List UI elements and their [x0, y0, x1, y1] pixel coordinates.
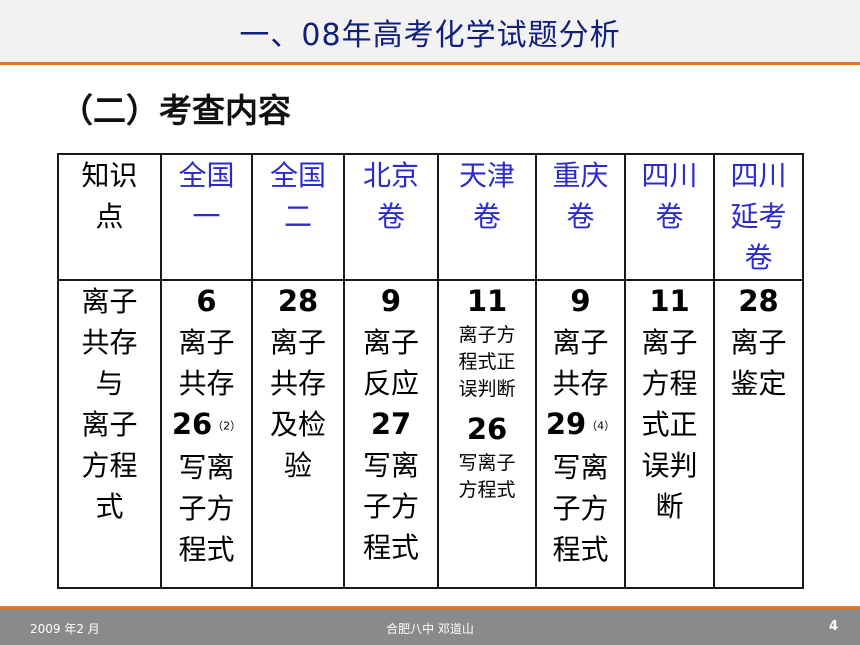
topic-text: 共存 — [81, 326, 138, 359]
cell-text: 鉴定 — [730, 367, 787, 400]
header-text: 重庆 — [552, 159, 609, 192]
cell-text: 离子 — [269, 326, 326, 359]
question-number: 28 — [277, 284, 319, 318]
topic-text: 方程 — [81, 449, 138, 482]
cell-text: 程式 — [552, 532, 609, 566]
header-text: 卷 — [655, 200, 684, 233]
topic-text: 离子 — [81, 408, 138, 441]
question-number: 9 — [380, 284, 402, 318]
cell-sichuan-yankao: 28 离子 鉴定 — [713, 279, 804, 589]
cell-text: 写离子 — [458, 452, 516, 474]
footer-bar: 2009 年2 月 合肥八中 邓道山 4 — [0, 606, 860, 645]
table-header-row: 知识 点 全国 一 全国 二 北京 卷 天津 卷 重庆 卷 四川 卷 四川 延考 — [57, 153, 804, 281]
cell-quanguo1: 6 离子 共存 26（2） 写离 子方 程式 — [160, 279, 253, 589]
cell-text: 共存 — [269, 367, 326, 400]
header-text: 知识 — [81, 159, 138, 192]
cell-text: 误判断 — [458, 378, 516, 400]
cell-text: 离子 — [178, 326, 235, 359]
cell-text: 离子 — [730, 326, 787, 359]
header-cell-quanguo2: 全国 二 — [251, 153, 345, 281]
cell-tianjin: 11 离子方 程式正 误判断 26 写离子 方程式 — [437, 279, 537, 589]
header-text: 一 — [192, 200, 221, 233]
header-cell-quanguo1: 全国 一 — [160, 153, 253, 281]
header-cell-topic: 知识 点 — [57, 153, 162, 281]
question-number-line: 26（2） — [162, 404, 251, 447]
header-text: 全国 — [178, 159, 235, 192]
cell-text: 离子 — [641, 326, 698, 359]
cell-text: 程式 — [178, 532, 235, 566]
topic-table: 知识 点 全国 一 全国 二 北京 卷 天津 卷 重庆 卷 四川 卷 四川 延考 — [57, 153, 804, 589]
cell-text: 子方 — [362, 490, 419, 523]
header-cell-chongqing: 重庆 卷 — [535, 153, 626, 281]
cell-text: 离子 — [362, 326, 419, 359]
topic-cell: 离子 共存 与 离子 方程 式 — [57, 279, 162, 589]
header-text: 天津 — [458, 159, 515, 192]
header-text: 卷 — [566, 200, 595, 233]
question-number: 26 — [466, 412, 508, 446]
cell-text: 离子方 — [458, 324, 516, 346]
sub-question-note: （2） — [212, 419, 242, 433]
slide-title: 一、08年高考化学试题分析 — [239, 18, 621, 53]
header-cell-tianjin: 天津 卷 — [437, 153, 537, 281]
header-text: 二 — [283, 200, 312, 233]
cell-text: 写离 — [362, 449, 419, 482]
page-number: 4 — [828, 619, 838, 634]
topic-text: 离子 — [81, 285, 138, 318]
cell-text: 反应 — [362, 367, 419, 400]
topic-text: 式 — [95, 490, 124, 523]
sub-question-note: （4） — [586, 419, 616, 433]
cell-text: 方程式 — [458, 479, 516, 501]
title-bar: 一、08年高考化学试题分析 — [0, 0, 860, 65]
header-cell-sichuan: 四川 卷 — [624, 153, 715, 281]
cell-text: 验 — [283, 449, 312, 482]
cell-quanguo2: 28 离子 共存 及检 验 — [251, 279, 345, 589]
question-number: 6 — [196, 284, 217, 318]
question-number: 26 — [171, 407, 213, 441]
cell-text: 程式正 — [458, 351, 516, 373]
cell-text: 离子 — [552, 326, 609, 359]
header-text: 卷 — [744, 241, 773, 274]
topic-text: 与 — [95, 367, 124, 400]
header-text: 全国 — [269, 159, 326, 192]
cell-chongqing: 9 离子 共存 29（4） 写离 子方 程式 — [535, 279, 626, 589]
cell-text: 误判 — [641, 449, 698, 482]
cell-text: 子方 — [178, 491, 235, 525]
question-number: 28 — [738, 284, 779, 318]
header-text: 卷 — [376, 200, 405, 233]
question-number: 9 — [570, 284, 591, 318]
footer-author: 合肥八中 邓道山 — [386, 622, 474, 636]
question-number: 11 — [649, 284, 690, 318]
header-cell-beijing: 北京 卷 — [343, 153, 439, 281]
question-number: 29 — [545, 407, 587, 441]
cell-text: 共存 — [178, 367, 235, 400]
cell-text: 及检 — [269, 408, 326, 441]
cell-text: 子方 — [552, 491, 609, 525]
header-text: 四川 — [641, 159, 698, 192]
header-cell-sichuan-yankao: 四川 延考 卷 — [713, 153, 804, 281]
cell-text: 写离 — [178, 450, 235, 484]
question-number: 11 — [466, 284, 508, 318]
question-number-line: 29（4） — [537, 404, 624, 447]
cell-text: 写离 — [552, 450, 609, 484]
cell-text: 式正 — [641, 408, 698, 441]
question-number: 27 — [370, 407, 412, 441]
cell-text: 共存 — [552, 367, 609, 400]
header-text: 点 — [95, 200, 124, 233]
header-text: 北京 — [362, 159, 419, 192]
cell-text: 方程 — [641, 367, 698, 400]
cell-beijing: 9 离子 反应 27 写离 子方 程式 — [343, 279, 439, 589]
header-text: 延考 — [730, 200, 787, 233]
cell-text: 程式 — [362, 531, 419, 564]
cell-sichuan: 11 离子 方程 式正 误判 断 — [624, 279, 715, 589]
header-text: 四川 — [730, 159, 787, 192]
section-heading: （二）考查内容 — [60, 91, 291, 130]
table-row: 离子 共存 与 离子 方程 式 6 离子 共存 26（2） 写离 子方 程式 2… — [57, 279, 804, 589]
cell-text: 断 — [655, 490, 684, 523]
header-text: 卷 — [472, 200, 501, 233]
